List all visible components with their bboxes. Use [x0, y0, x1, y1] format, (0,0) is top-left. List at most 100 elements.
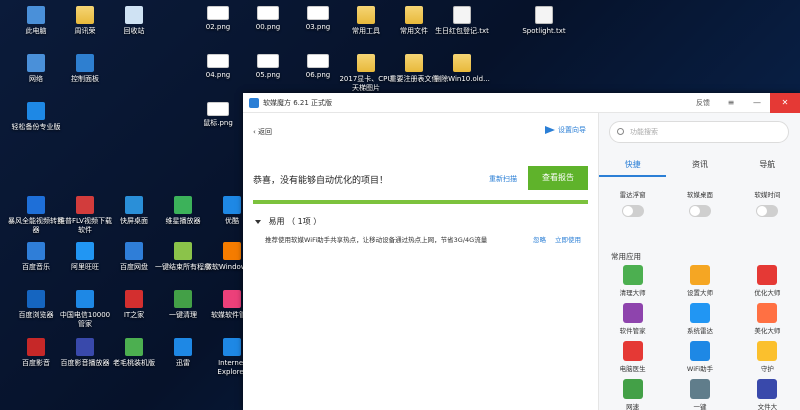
desktop-icon-label: 老毛桃装机版: [113, 359, 155, 367]
desktop-icon[interactable]: 百度浏览器: [8, 290, 64, 320]
desktop-icon[interactable]: 控制面板: [57, 54, 113, 84]
app-tile[interactable]: 网速: [599, 379, 666, 410]
toggle-item[interactable]: 软媒桌面: [666, 189, 733, 217]
app-tile-icon: [622, 265, 643, 285]
hamburger-icon[interactable]: ≡: [718, 98, 744, 107]
tab-1[interactable]: 资讯: [666, 159, 733, 177]
desktop-icon[interactable]: 回收站: [106, 6, 162, 36]
desktop-icon[interactable]: 阿里旺旺: [57, 242, 113, 272]
window-titlebar[interactable]: 软媒魔方 6.21 正式版 反馈 ≡ — ✕: [243, 92, 800, 113]
ignore-link[interactable]: 忽略: [533, 234, 546, 244]
app-tile[interactable]: 优化大师: [734, 265, 800, 297]
desktop-icon[interactable]: 百度影音播放器: [57, 338, 113, 368]
collapse-triangle-icon: [255, 219, 261, 224]
desktop-icon[interactable]: 鼠标.png: [190, 102, 246, 128]
app-icon: [223, 196, 241, 214]
desktop-icon[interactable]: 维星播放器: [155, 196, 211, 226]
desktop-icon[interactable]: 周讯荣: [57, 6, 113, 36]
desktop-icon-label: 此电脑: [25, 27, 47, 35]
feedback-button[interactable]: 反馈: [688, 98, 718, 108]
desktop-icon[interactable]: 老毛桃装机版: [106, 338, 162, 368]
window-title: 软媒魔方 6.21 正式版: [263, 98, 333, 107]
app-tile-label: 美化大师: [754, 327, 781, 335]
desktop-icon[interactable]: 百度影音: [8, 338, 64, 368]
desktop-icon-label: 维星播放器: [165, 217, 201, 225]
use-now-link[interactable]: 立即使用: [555, 234, 581, 244]
toggle-label: 雷达浮窗: [619, 191, 646, 199]
minimize-icon[interactable]: —: [744, 98, 770, 107]
app-icon: [27, 338, 45, 356]
desktop-icon[interactable]: 轻松备份专业版: [8, 102, 64, 132]
feature-search-input[interactable]: 功能搜索: [609, 121, 789, 143]
common-apps-title: 常用应用: [611, 252, 641, 261]
app-icon: [174, 196, 192, 214]
app-tile-icon: [689, 265, 710, 285]
close-icon[interactable]: ✕: [770, 92, 800, 113]
image-file-icon: [207, 102, 229, 116]
back-button[interactable]: ‹ 返回: [253, 127, 272, 137]
desktop-icon-label: 百度影音: [22, 359, 50, 367]
tab-0[interactable]: 快捷: [599, 159, 667, 177]
desktop-icon-label: Spotlight.txt: [522, 27, 566, 35]
app-icon: [174, 338, 192, 356]
desktop-icon-label: 生日红包登记.txt: [435, 27, 489, 35]
desktop-icon[interactable]: 维普FLV视频下载软件: [57, 196, 113, 235]
app-tile[interactable]: 软件管家: [599, 303, 666, 335]
desktop-icon[interactable]: 迅雷: [155, 338, 211, 368]
app-tile[interactable]: 清理大师: [599, 265, 666, 297]
desktop-icon[interactable]: 暴风全能视频转换器: [8, 196, 64, 235]
app-icon: [27, 290, 45, 308]
desktop-icon[interactable]: 生日红包登记.txt: [434, 6, 490, 36]
app-icon: [125, 290, 143, 308]
rescan-link[interactable]: 重新扫描: [489, 174, 517, 184]
document-icon: [453, 6, 471, 24]
toggle-switch[interactable]: [756, 205, 779, 217]
desktop-icon[interactable]: 删除Win10.old...: [434, 54, 490, 84]
app-tile[interactable]: 守护: [734, 341, 800, 373]
view-report-button[interactable]: 查看报告: [528, 166, 588, 190]
app-tile[interactable]: 美化大师: [734, 303, 800, 335]
desktop-icon-label: 百度浏览器: [18, 311, 54, 319]
desktop-icon[interactable]: 百度音乐: [8, 242, 64, 272]
desktop-icon[interactable]: 一键清理: [155, 290, 211, 320]
desktop-icon[interactable]: 00.png: [240, 6, 296, 32]
app-icon: [125, 338, 143, 356]
desktop-icon[interactable]: 中国电信10000管家: [57, 290, 113, 329]
desktop-icon[interactable]: 04.png: [190, 54, 246, 80]
app-icon: [27, 242, 45, 260]
desktop-icon[interactable]: IT之家: [106, 290, 162, 320]
toggle-item[interactable]: 雷达浮窗: [599, 189, 666, 217]
desktop-icon[interactable]: Spotlight.txt: [516, 6, 572, 36]
desktop-icon-label: 中国电信10000管家: [59, 311, 111, 328]
folder-icon: [405, 54, 423, 72]
app-tile-icon: [622, 303, 643, 323]
app-tile[interactable]: 设置大师: [666, 265, 733, 297]
desktop-icon[interactable]: 02.png: [190, 6, 246, 32]
desktop-icon-label: 快屏桌面: [120, 217, 148, 225]
app-icon: [76, 196, 94, 214]
app-tile[interactable]: 一键: [666, 379, 733, 410]
document-icon: [535, 6, 553, 24]
desktop-icon-label: 删除Win10.old...: [434, 75, 490, 83]
toggle-item[interactable]: 软媒时间: [734, 189, 800, 217]
image-file-icon: [307, 6, 329, 20]
folder-icon: [357, 54, 375, 72]
desktop-icon-label: 阿里旺旺: [71, 263, 99, 271]
app-tile[interactable]: WiFi助手: [666, 341, 733, 373]
app-tile-label: 网速: [626, 403, 640, 410]
desktop-icon[interactable]: 一键结束所有程序: [155, 242, 211, 272]
setup-guide-button[interactable]: 设置向导: [545, 125, 586, 135]
toggle-switch[interactable]: [688, 205, 711, 217]
app-tile[interactable]: 电脑医生: [599, 341, 666, 373]
desktop-icon-label: 04.png: [205, 71, 231, 79]
tab-2[interactable]: 导航: [734, 159, 800, 177]
desktop-icon[interactable]: 网络: [8, 54, 64, 84]
toggle-switch[interactable]: [621, 205, 644, 217]
desktop-icon[interactable]: 百度网盘: [106, 242, 162, 272]
app-tile[interactable]: 文件大: [734, 379, 800, 410]
section-header-easy-use[interactable]: 易用 （ 1项 ）: [255, 216, 321, 227]
desktop-icon[interactable]: 此电脑: [8, 6, 64, 36]
desktop-icon[interactable]: 快屏桌面: [106, 196, 162, 226]
app-tile[interactable]: 系统雷达: [666, 303, 733, 335]
desktop-icon[interactable]: 05.png: [240, 54, 296, 80]
